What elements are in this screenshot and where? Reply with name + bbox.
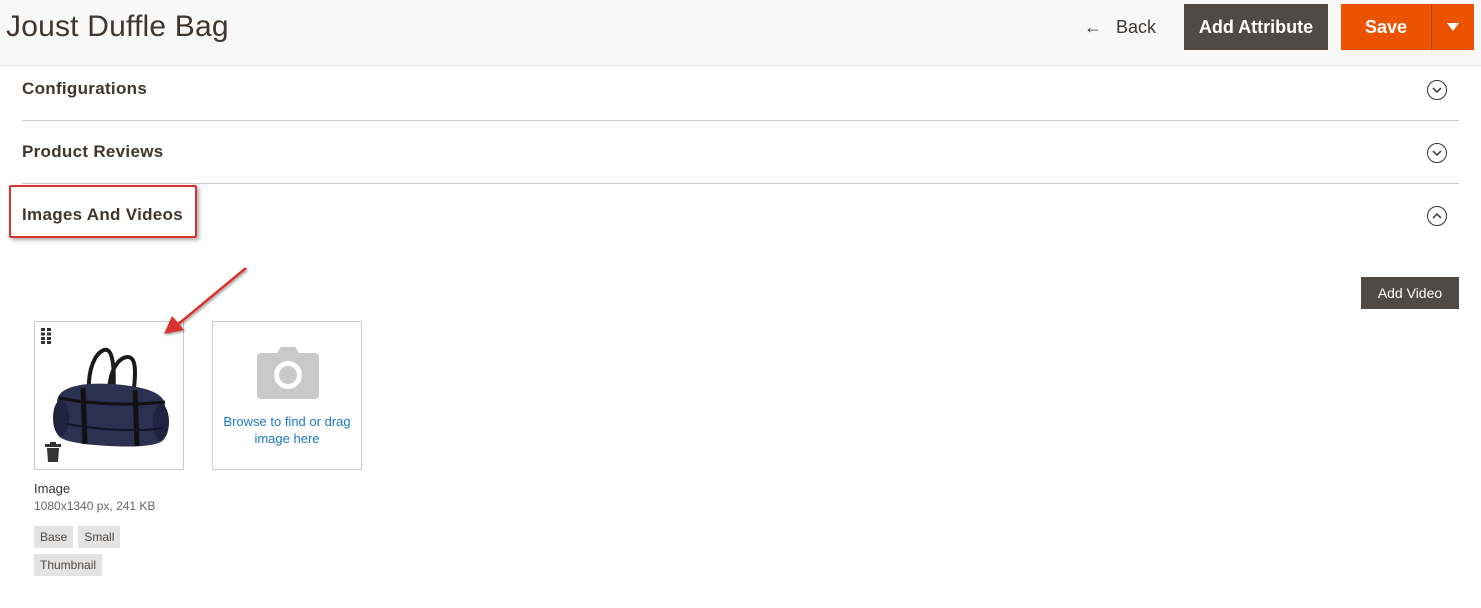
highlight-annotation-box xyxy=(9,185,197,238)
drag-handle-icon[interactable] xyxy=(41,328,51,344)
page-header: Joust Duffle Bag ← Back Add Attribute Sa… xyxy=(0,0,1481,66)
role-badge-small: Small xyxy=(78,526,121,548)
add-video-button[interactable]: Add Video xyxy=(1361,277,1459,309)
annotation-arrow-icon xyxy=(164,267,247,334)
save-options-toggle[interactable] xyxy=(1432,4,1474,50)
trash-icon[interactable] xyxy=(45,442,61,462)
add-attribute-button[interactable]: Add Attribute xyxy=(1184,4,1328,50)
product-image xyxy=(53,347,169,447)
image-upload-dropzone[interactable]: Browse to find or drag image here xyxy=(212,321,362,470)
chevron-down-icon[interactable] xyxy=(1427,80,1447,100)
chevron-down-icon[interactable] xyxy=(1427,143,1447,163)
section-product-reviews[interactable]: Product Reviews xyxy=(22,121,1459,184)
image-roles: Base Small Thumbnail xyxy=(34,526,154,576)
section-title-configurations: Configurations xyxy=(22,79,148,98)
save-button[interactable]: Save xyxy=(1341,4,1432,50)
product-image-tile[interactable] xyxy=(34,321,184,470)
role-badge-base: Base xyxy=(34,526,74,548)
section-configurations[interactable]: Configurations xyxy=(22,66,1459,121)
caret-down-icon xyxy=(1447,23,1459,31)
chevron-up-icon[interactable] xyxy=(1427,206,1447,226)
upload-instructions[interactable]: Browse to find or drag image here xyxy=(213,413,361,447)
camera-icon xyxy=(257,347,319,399)
image-meta: 1080x1340 px, 241 KB xyxy=(34,499,156,513)
role-badge-thumbnail: Thumbnail xyxy=(34,554,103,576)
back-label: Back xyxy=(1116,16,1157,37)
back-button[interactable]: ← Back xyxy=(1084,13,1156,41)
back-arrow-icon: ← xyxy=(1084,17,1102,37)
save-split-button: Save xyxy=(1341,4,1474,50)
image-label: Image xyxy=(34,481,71,496)
page-title: Joust Duffle Bag xyxy=(6,10,229,43)
section-title-product-reviews: Product Reviews xyxy=(22,142,164,161)
section-images-and-videos[interactable]: Images And Videos xyxy=(22,184,1459,247)
